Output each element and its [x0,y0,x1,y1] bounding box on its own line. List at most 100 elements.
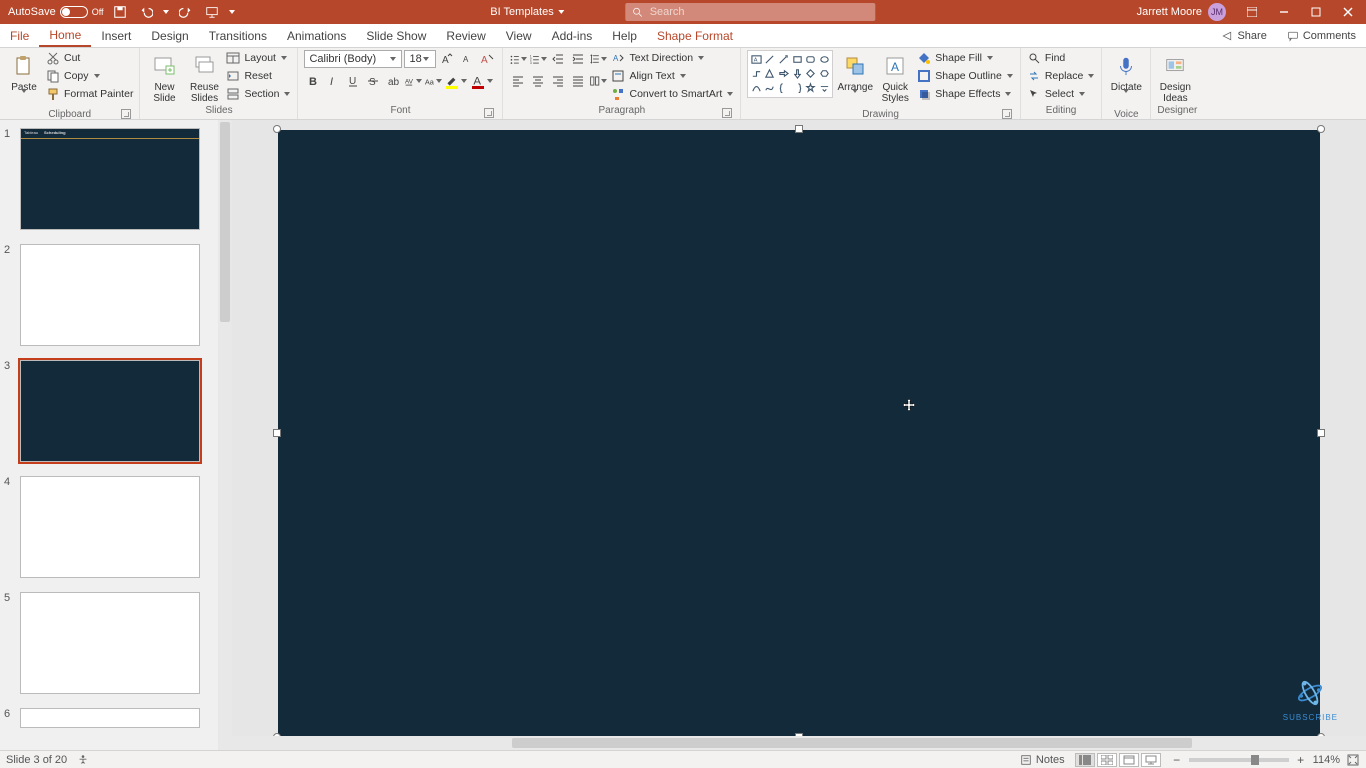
align-right-button[interactable] [549,72,567,90]
highlight-color-button[interactable] [444,73,468,89]
share-button[interactable]: Share [1211,24,1276,47]
justify-button[interactable] [569,72,587,90]
tab-home[interactable]: Home [39,24,91,47]
tab-transitions[interactable]: Transitions [199,24,277,47]
layout-button[interactable]: Layout [226,50,291,66]
slideshow-view-button[interactable] [1141,753,1161,767]
slide-thumbnail-6[interactable]: 6 [4,708,226,728]
scrollbar-handle[interactable] [220,122,230,322]
font-color-button[interactable]: A [470,73,494,89]
align-left-button[interactable] [509,72,527,90]
font-dialog-launcher[interactable] [484,108,494,118]
slide-thumbnail-3[interactable]: 3 [4,360,226,462]
change-case-button[interactable]: Aa [424,72,442,90]
qat-customize-dropdown[interactable] [228,4,236,20]
minimize-button[interactable] [1270,0,1298,24]
zoom-in-button[interactable]: + [1295,754,1307,766]
fit-to-window-button[interactable] [1346,753,1360,767]
reuse-slides-button[interactable]: Reuse Slides [186,50,222,104]
align-text-button[interactable]: Align Text [611,68,734,84]
resize-handle-n[interactable] [795,125,803,133]
underline-button[interactable]: U [344,72,362,90]
ribbon-display-options-button[interactable] [1238,0,1266,24]
bold-button[interactable]: B [304,72,322,90]
reading-view-button[interactable] [1119,753,1139,767]
tab-insert[interactable]: Insert [91,24,141,47]
slide-thumbnail-2[interactable]: 2 [4,244,226,346]
increase-indent-button[interactable] [569,50,587,68]
font-size-combo[interactable]: 18 [404,50,436,68]
replace-button[interactable]: Replace [1027,68,1096,84]
shapes-gallery[interactable]: A [747,50,833,98]
align-center-button[interactable] [529,72,547,90]
numbering-button[interactable]: 123 [529,50,547,68]
dictate-button[interactable]: Dictate [1108,50,1144,109]
thumbnail-scrollbar[interactable] [218,120,232,750]
tab-slideshow[interactable]: Slide Show [356,24,436,47]
zoom-slider-handle[interactable] [1251,755,1259,765]
save-button[interactable] [110,2,130,22]
slide-thumbnail-4[interactable]: 4 [4,476,226,578]
clear-formatting-button[interactable]: A [478,50,496,68]
background-shape[interactable] [278,130,1320,736]
new-slide-button[interactable]: New Slide [146,50,182,104]
clipboard-dialog-launcher[interactable] [121,109,131,119]
strikethrough-button[interactable]: S [364,72,382,90]
document-title[interactable]: BI Templates [490,4,565,20]
columns-button[interactable] [589,72,607,90]
accessibility-icon[interactable] [77,754,89,766]
resize-handle-w[interactable] [273,429,281,437]
tab-view[interactable]: View [496,24,542,47]
notes-button[interactable]: Notes [1020,754,1065,766]
format-painter-button[interactable]: Format Painter [46,86,133,102]
character-spacing-button[interactable]: AV [404,72,422,90]
normal-view-button[interactable] [1075,753,1095,767]
tab-help[interactable]: Help [602,24,647,47]
paragraph-dialog-launcher[interactable] [722,108,732,118]
find-button[interactable]: Find [1027,50,1096,66]
bullets-button[interactable] [509,50,527,68]
zoom-out-button[interactable]: − [1171,754,1183,766]
shape-effects-button[interactable]: Shape Effects [917,86,1014,102]
slideshow-from-start-button[interactable] [202,2,222,22]
tab-file[interactable]: File [0,24,39,47]
design-ideas-button[interactable]: Design Ideas [1157,50,1193,104]
slide-sorter-view-button[interactable] [1097,753,1117,767]
select-button[interactable]: Select [1027,86,1096,102]
tab-animations[interactable]: Animations [277,24,356,47]
shape-outline-button[interactable]: Shape Outline [917,68,1014,84]
search-input[interactable] [650,6,870,18]
font-name-combo[interactable]: Calibri (Body) [304,50,402,68]
close-button[interactable] [1334,0,1362,24]
section-button[interactable]: Section [226,86,291,102]
tab-shape-format[interactable]: Shape Format [647,24,743,47]
slide-thumbnail-5[interactable]: 5 [4,592,226,694]
resize-handle-ne[interactable] [1317,125,1325,133]
resize-handle-e[interactable] [1317,429,1325,437]
convert-smartart-button[interactable]: Convert to SmartArt [611,86,734,102]
undo-button[interactable] [136,2,156,22]
resize-handle-nw[interactable] [273,125,281,133]
cut-button[interactable]: Cut [46,50,133,66]
paste-button[interactable]: Paste [6,50,42,109]
text-shadow-button[interactable]: ab [384,72,402,90]
shape-fill-button[interactable]: Shape Fill [917,50,1014,66]
tab-addins[interactable]: Add-ins [542,24,603,47]
reset-button[interactable]: Reset [226,68,291,84]
quick-styles-button[interactable]: A Quick Styles [877,50,913,104]
scrollbar-handle[interactable] [512,738,1192,748]
search-box[interactable] [626,3,876,21]
slide-thumbnail-1[interactable]: 1 TableauScheduling [4,128,226,230]
user-account[interactable]: Jarrett Moore JM [1137,3,1226,21]
text-direction-button[interactable]: AText Direction [611,50,734,66]
copy-button[interactable]: Copy [46,68,133,84]
tab-review[interactable]: Review [436,24,495,47]
undo-dropdown[interactable] [162,4,170,20]
tab-design[interactable]: Design [141,24,198,47]
zoom-slider[interactable] [1189,758,1289,762]
zoom-percentage[interactable]: 114% [1313,754,1340,766]
comments-button[interactable]: Comments [1277,24,1366,47]
italic-button[interactable]: I [324,72,342,90]
horizontal-scrollbar[interactable] [232,736,1366,750]
increase-font-size-button[interactable]: A [438,50,456,68]
